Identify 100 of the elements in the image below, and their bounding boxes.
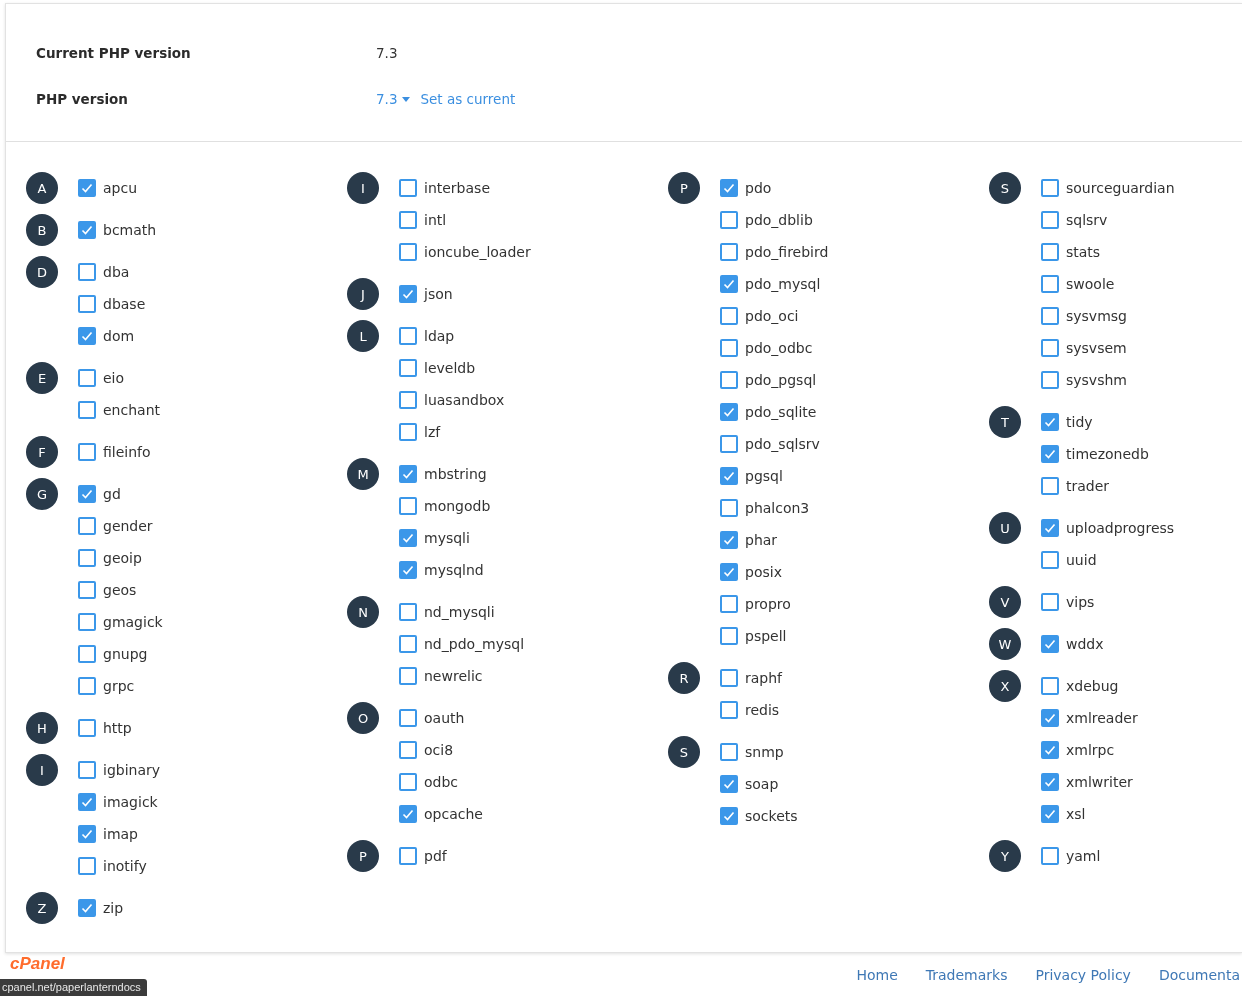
checkbox[interactable] <box>720 499 738 517</box>
checkbox[interactable] <box>1041 709 1059 727</box>
setting-label: Current PHP version <box>36 45 192 61</box>
checkmark-icon <box>402 289 414 299</box>
checkbox[interactable] <box>399 529 417 547</box>
checkbox[interactable] <box>720 371 738 389</box>
checkbox[interactable] <box>720 563 738 581</box>
checkbox[interactable] <box>78 517 96 535</box>
checkbox[interactable] <box>720 243 738 261</box>
checkbox[interactable] <box>720 595 738 613</box>
checkbox[interactable] <box>78 719 96 737</box>
checkmark-icon <box>723 567 735 577</box>
checkbox[interactable] <box>399 635 417 653</box>
checkbox[interactable] <box>78 295 96 313</box>
checkbox[interactable] <box>720 179 738 197</box>
checkbox[interactable] <box>78 613 96 631</box>
checkbox[interactable] <box>78 899 96 917</box>
checkbox[interactable] <box>1041 773 1059 791</box>
checkbox[interactable] <box>399 561 417 579</box>
checkbox[interactable] <box>78 645 96 663</box>
footer-link[interactable]: Trademarks <box>925 966 1008 983</box>
checkbox[interactable] <box>399 741 417 759</box>
checkbox[interactable] <box>1041 741 1059 759</box>
checkbox[interactable] <box>1041 677 1059 695</box>
checkbox[interactable] <box>720 435 738 453</box>
set-current-link[interactable]: Set as current <box>420 91 516 107</box>
footer-link[interactable]: Home <box>856 966 898 983</box>
checkbox[interactable] <box>78 549 96 567</box>
checkbox[interactable] <box>399 603 417 621</box>
checkbox[interactable] <box>78 179 96 197</box>
checkbox[interactable] <box>720 701 738 719</box>
logo[interactable]: cPanel <box>10 955 65 973</box>
checkbox[interactable] <box>1041 551 1059 569</box>
checkbox[interactable] <box>399 847 417 865</box>
checkbox[interactable] <box>78 857 96 875</box>
checkbox[interactable] <box>1041 339 1059 357</box>
checkbox[interactable] <box>720 275 738 293</box>
checkbox[interactable] <box>399 391 417 409</box>
checkbox[interactable] <box>78 677 96 695</box>
checkbox[interactable] <box>78 221 96 239</box>
checkbox[interactable] <box>720 531 738 549</box>
checkbox[interactable] <box>1041 211 1059 229</box>
checkbox[interactable] <box>1041 805 1059 823</box>
checkbox[interactable] <box>720 211 738 229</box>
extension-name: sourceguardian <box>1066 180 1175 196</box>
checkbox[interactable] <box>399 497 417 515</box>
checkbox[interactable] <box>1041 371 1059 389</box>
checkbox[interactable] <box>399 243 417 261</box>
extension-name: apcu <box>103 180 138 196</box>
extension-name: pdo_sqlsrv <box>745 436 820 452</box>
checkbox[interactable] <box>399 773 417 791</box>
checkbox[interactable] <box>1041 413 1059 431</box>
checkbox[interactable] <box>399 423 417 441</box>
checkbox[interactable] <box>1041 519 1059 537</box>
checkbox[interactable] <box>720 775 738 793</box>
checkbox[interactable] <box>1041 243 1059 261</box>
version-dropdown[interactable]: 7.3 <box>376 91 411 107</box>
checkbox[interactable] <box>78 443 96 461</box>
checkbox[interactable] <box>78 485 96 503</box>
checkbox[interactable] <box>720 307 738 325</box>
footer-link[interactable]: Documenta <box>1158 966 1240 983</box>
checkbox[interactable] <box>78 761 96 779</box>
checkbox[interactable] <box>78 263 96 281</box>
checkbox[interactable] <box>1041 847 1059 865</box>
checkbox[interactable] <box>399 805 417 823</box>
extension-name: dba <box>103 264 130 280</box>
footer-link[interactable]: Privacy Policy <box>1035 966 1131 983</box>
extension-name: mbstring <box>424 466 487 482</box>
checkbox[interactable] <box>399 285 417 303</box>
checkbox[interactable] <box>78 581 96 599</box>
extension-name: zip <box>103 900 124 916</box>
checkbox[interactable] <box>78 369 96 387</box>
checkbox[interactable] <box>1041 445 1059 463</box>
checkbox[interactable] <box>720 467 738 485</box>
checkbox[interactable] <box>720 339 738 357</box>
checkbox[interactable] <box>399 327 417 345</box>
checkmark-icon <box>723 471 735 481</box>
checkbox[interactable] <box>720 403 738 421</box>
checkbox[interactable] <box>1041 179 1059 197</box>
checkbox[interactable] <box>720 627 738 645</box>
checkbox[interactable] <box>78 401 96 419</box>
checkbox[interactable] <box>1041 635 1059 653</box>
checkbox[interactable] <box>1041 275 1059 293</box>
checkbox[interactable] <box>1041 593 1059 611</box>
checkbox[interactable] <box>399 211 417 229</box>
checkbox[interactable] <box>1041 307 1059 325</box>
checkbox[interactable] <box>720 743 738 761</box>
checkbox[interactable] <box>78 327 96 345</box>
checkbox[interactable] <box>78 793 96 811</box>
extension-name: gmagick <box>103 614 163 630</box>
checkbox[interactable] <box>78 825 96 843</box>
checkbox[interactable] <box>1041 477 1059 495</box>
checkbox[interactable] <box>720 669 738 687</box>
checkbox[interactable] <box>399 667 417 685</box>
extension-name: sqlsrv <box>1066 212 1108 228</box>
checkbox[interactable] <box>399 179 417 197</box>
checkbox[interactable] <box>399 359 417 377</box>
checkbox[interactable] <box>399 709 417 727</box>
checkbox[interactable] <box>399 465 417 483</box>
checkbox[interactable] <box>720 807 738 825</box>
